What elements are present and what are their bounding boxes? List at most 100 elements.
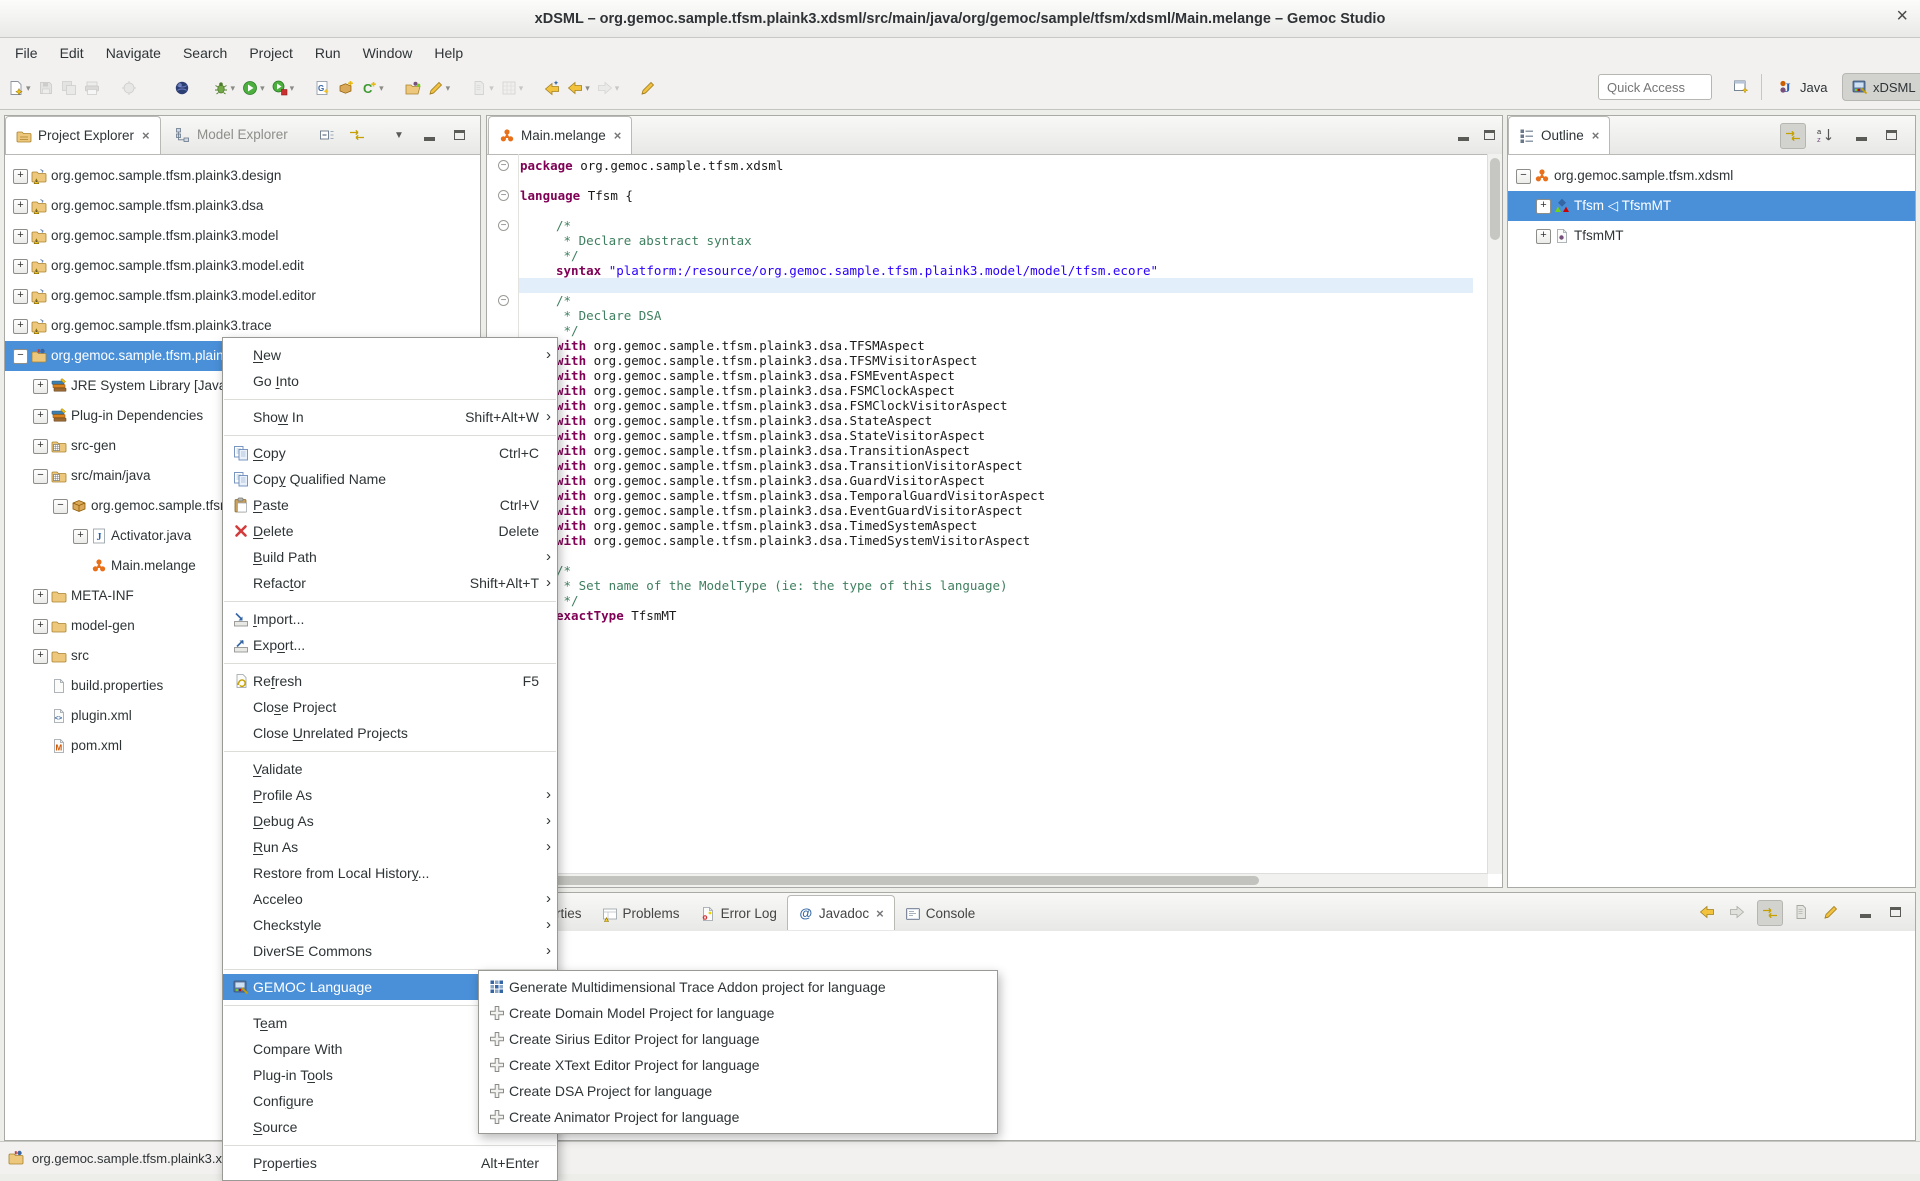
outline-item-tfsmmt[interactable]: +TfsmMT	[1508, 221, 1915, 251]
close-icon[interactable]: ×	[1592, 128, 1600, 143]
back-history-button[interactable]: ▾	[565, 77, 592, 99]
dropdown-chevron-icon[interactable]: ▾	[519, 83, 524, 94]
menu-item-validate[interactable]: Validate	[223, 756, 557, 782]
expander-icon[interactable]: −	[33, 469, 48, 484]
minimize-view-button[interactable]	[417, 123, 441, 147]
expander-icon[interactable]: +	[73, 529, 88, 544]
tab-project-explorer[interactable]: Project Explorer ×	[5, 116, 161, 154]
menu-item-profile-as[interactable]: Profile As›	[223, 782, 557, 808]
expander-icon[interactable]: +	[13, 169, 28, 184]
new-package-button[interactable]	[336, 77, 356, 99]
new-task-button[interactable]: ▾	[426, 77, 453, 99]
menu-item-go-into[interactable]: Go Into	[223, 368, 557, 394]
fold-minus-icon[interactable]: −	[498, 160, 509, 171]
maximize-view-button[interactable]	[1879, 123, 1903, 147]
menu-item-close-unrelated-projects[interactable]: Close Unrelated Projects	[223, 720, 557, 746]
menu-item-diverse-commons[interactable]: DiverSE Commons›	[223, 938, 557, 964]
menu-item-copy[interactable]: CopyCtrl+C	[223, 440, 557, 466]
maximize-view-button[interactable]	[1883, 900, 1907, 924]
open-javadoc-button[interactable]	[1789, 900, 1813, 924]
submenu-item-create-domain-model-project-for-language[interactable]: Create Domain Model Project for language	[479, 1000, 997, 1026]
expander-icon[interactable]: +	[33, 649, 48, 664]
dropdown-chevron-icon[interactable]: ▾	[446, 83, 451, 94]
expander-icon[interactable]: −	[1516, 169, 1531, 184]
previous-annotation-button[interactable]: ▾	[499, 77, 526, 99]
dropdown-chevron-icon[interactable]: ▾	[379, 83, 384, 94]
menu-item-run-as[interactable]: Run As›	[223, 834, 557, 860]
menu-edit[interactable]: Edit	[49, 41, 95, 65]
tab-console[interactable]: Console	[895, 897, 986, 930]
debug-button[interactable]: ▾	[211, 77, 238, 99]
submenu-item-create-sirius-editor-project-for-language[interactable]: Create Sirius Editor Project for languag…	[479, 1026, 997, 1052]
dropdown-chevron-icon[interactable]: ▾	[290, 83, 295, 94]
editor-vertical-scrollbar[interactable]	[1487, 154, 1502, 874]
link-with-editor-button[interactable]	[1780, 123, 1806, 149]
save-all-button[interactable]	[59, 77, 79, 99]
external-tools-button[interactable]	[119, 77, 139, 99]
submenu-item-create-xtext-editor-project-for-language[interactable]: Create XText Editor Project for language	[479, 1052, 997, 1078]
menu-project[interactable]: Project	[238, 41, 304, 65]
close-icon[interactable]: ×	[142, 128, 150, 143]
menu-item-paste[interactable]: PasteCtrl+V	[223, 492, 557, 518]
window-close-button[interactable]: ×	[1896, 5, 1908, 28]
minimize-view-button[interactable]	[1853, 900, 1877, 924]
print-button[interactable]	[82, 77, 102, 99]
expander-icon[interactable]: +	[33, 619, 48, 634]
titlebar[interactable]: xDSML – org.gemoc.sample.tfsm.plaink3.xd…	[0, 0, 1920, 38]
menu-item-show-in[interactable]: Show InShift+Alt+W›	[223, 404, 557, 430]
expander-icon[interactable]: +	[13, 319, 28, 334]
submenu-item-create-animator-project-for-language[interactable]: Create Animator Project for language	[479, 1104, 997, 1130]
menu-item-export[interactable]: Export...	[223, 632, 557, 658]
open-perspective-icon[interactable]	[1733, 78, 1749, 94]
tree-item-org-gemoc-sample-tfsm-plaink3-model-edit[interactable]: +org.gemoc.sample.tfsm.plaink3.model.edi…	[5, 251, 480, 281]
view-menu-button[interactable]: ▼	[387, 123, 411, 147]
menu-item-debug-as[interactable]: Debug As›	[223, 808, 557, 834]
outline-tree[interactable]: −org.gemoc.sample.tfsm.xdsml+Tfsm ◁ Tfsm…	[1508, 154, 1915, 887]
tab-model-explorer[interactable]: Model Explorer	[165, 116, 298, 153]
tree-item-org-gemoc-sample-tfsm-plaink3-model[interactable]: +org.gemoc.sample.tfsm.plaink3.model	[5, 221, 480, 251]
menu-item-new[interactable]: New›	[223, 342, 557, 368]
open-web-browser-button[interactable]	[172, 77, 192, 99]
next-annotation-button[interactable]: ▾	[469, 77, 496, 99]
menu-item-refresh[interactable]: RefreshF5	[223, 668, 557, 694]
menu-file[interactable]: File	[4, 41, 49, 65]
dropdown-chevron-icon[interactable]: ▾	[585, 83, 590, 94]
menu-item-import[interactable]: Import...	[223, 606, 557, 632]
link-with-editor-button[interactable]	[345, 123, 369, 147]
expander-icon[interactable]: +	[33, 409, 48, 424]
tree-item-org-gemoc-sample-tfsm-plaink3-dsa[interactable]: +org.gemoc.sample.tfsm.plaink3.dsa	[5, 191, 480, 221]
expander-icon[interactable]: +	[13, 289, 28, 304]
perspective-xdsml[interactable]: xDSML	[1842, 73, 1920, 101]
forward-history-button[interactable]: ▾	[595, 77, 622, 99]
close-icon[interactable]: ×	[876, 906, 884, 921]
pin-view-button[interactable]	[1819, 900, 1843, 924]
tab-javadoc[interactable]: @Javadoc×	[787, 895, 895, 930]
tree-item-org-gemoc-sample-tfsm-plaink3-design[interactable]: +org.gemoc.sample.tfsm.plaink3.design	[5, 161, 480, 191]
menu-item-build-path[interactable]: Build Path›	[223, 544, 557, 570]
fold-minus-icon[interactable]: −	[498, 220, 509, 231]
expander-icon[interactable]: +	[33, 379, 48, 394]
collapse-all-button[interactable]	[315, 123, 339, 147]
sort-alphabetically-button[interactable]: az	[1813, 123, 1837, 147]
menu-item-refactor[interactable]: RefactorShift+Alt+T›	[223, 570, 557, 596]
outline-item-org-gemoc-sample-tfsm-xdsml[interactable]: −org.gemoc.sample.tfsm.xdsml	[1508, 161, 1915, 191]
fold-minus-icon[interactable]: −	[498, 295, 509, 306]
expander-icon[interactable]: −	[13, 349, 28, 364]
dropdown-chevron-icon[interactable]: ▾	[260, 83, 265, 94]
tab-problems[interactable]: Problems	[592, 897, 690, 930]
quick-access-input[interactable]	[1598, 74, 1712, 100]
fold-minus-icon[interactable]: −	[498, 190, 509, 201]
new-wizard-button[interactable]: ▾	[6, 77, 33, 99]
expander-icon[interactable]: +	[13, 199, 28, 214]
tab-error-log[interactable]: Error Log	[690, 897, 787, 930]
link-with-editor-button[interactable]	[1757, 900, 1783, 926]
forward-arrow-icon[interactable]	[1725, 900, 1749, 924]
back-arrow-icon[interactable]	[1695, 900, 1719, 924]
save-button[interactable]	[36, 77, 56, 99]
menu-item-checkstyle[interactable]: Checkstyle›	[223, 912, 557, 938]
expander-icon[interactable]: −	[53, 499, 68, 514]
tree-item-org-gemoc-sample-tfsm-plaink3-model-editor[interactable]: +org.gemoc.sample.tfsm.plaink3.model.edi…	[5, 281, 480, 311]
tab-outline[interactable]: Outline ×	[1508, 116, 1610, 154]
submenu-item-create-dsa-project-for-language[interactable]: Create DSA Project for language	[479, 1078, 997, 1104]
menu-item-restore-from-local-history[interactable]: Restore from Local History...	[223, 860, 557, 886]
